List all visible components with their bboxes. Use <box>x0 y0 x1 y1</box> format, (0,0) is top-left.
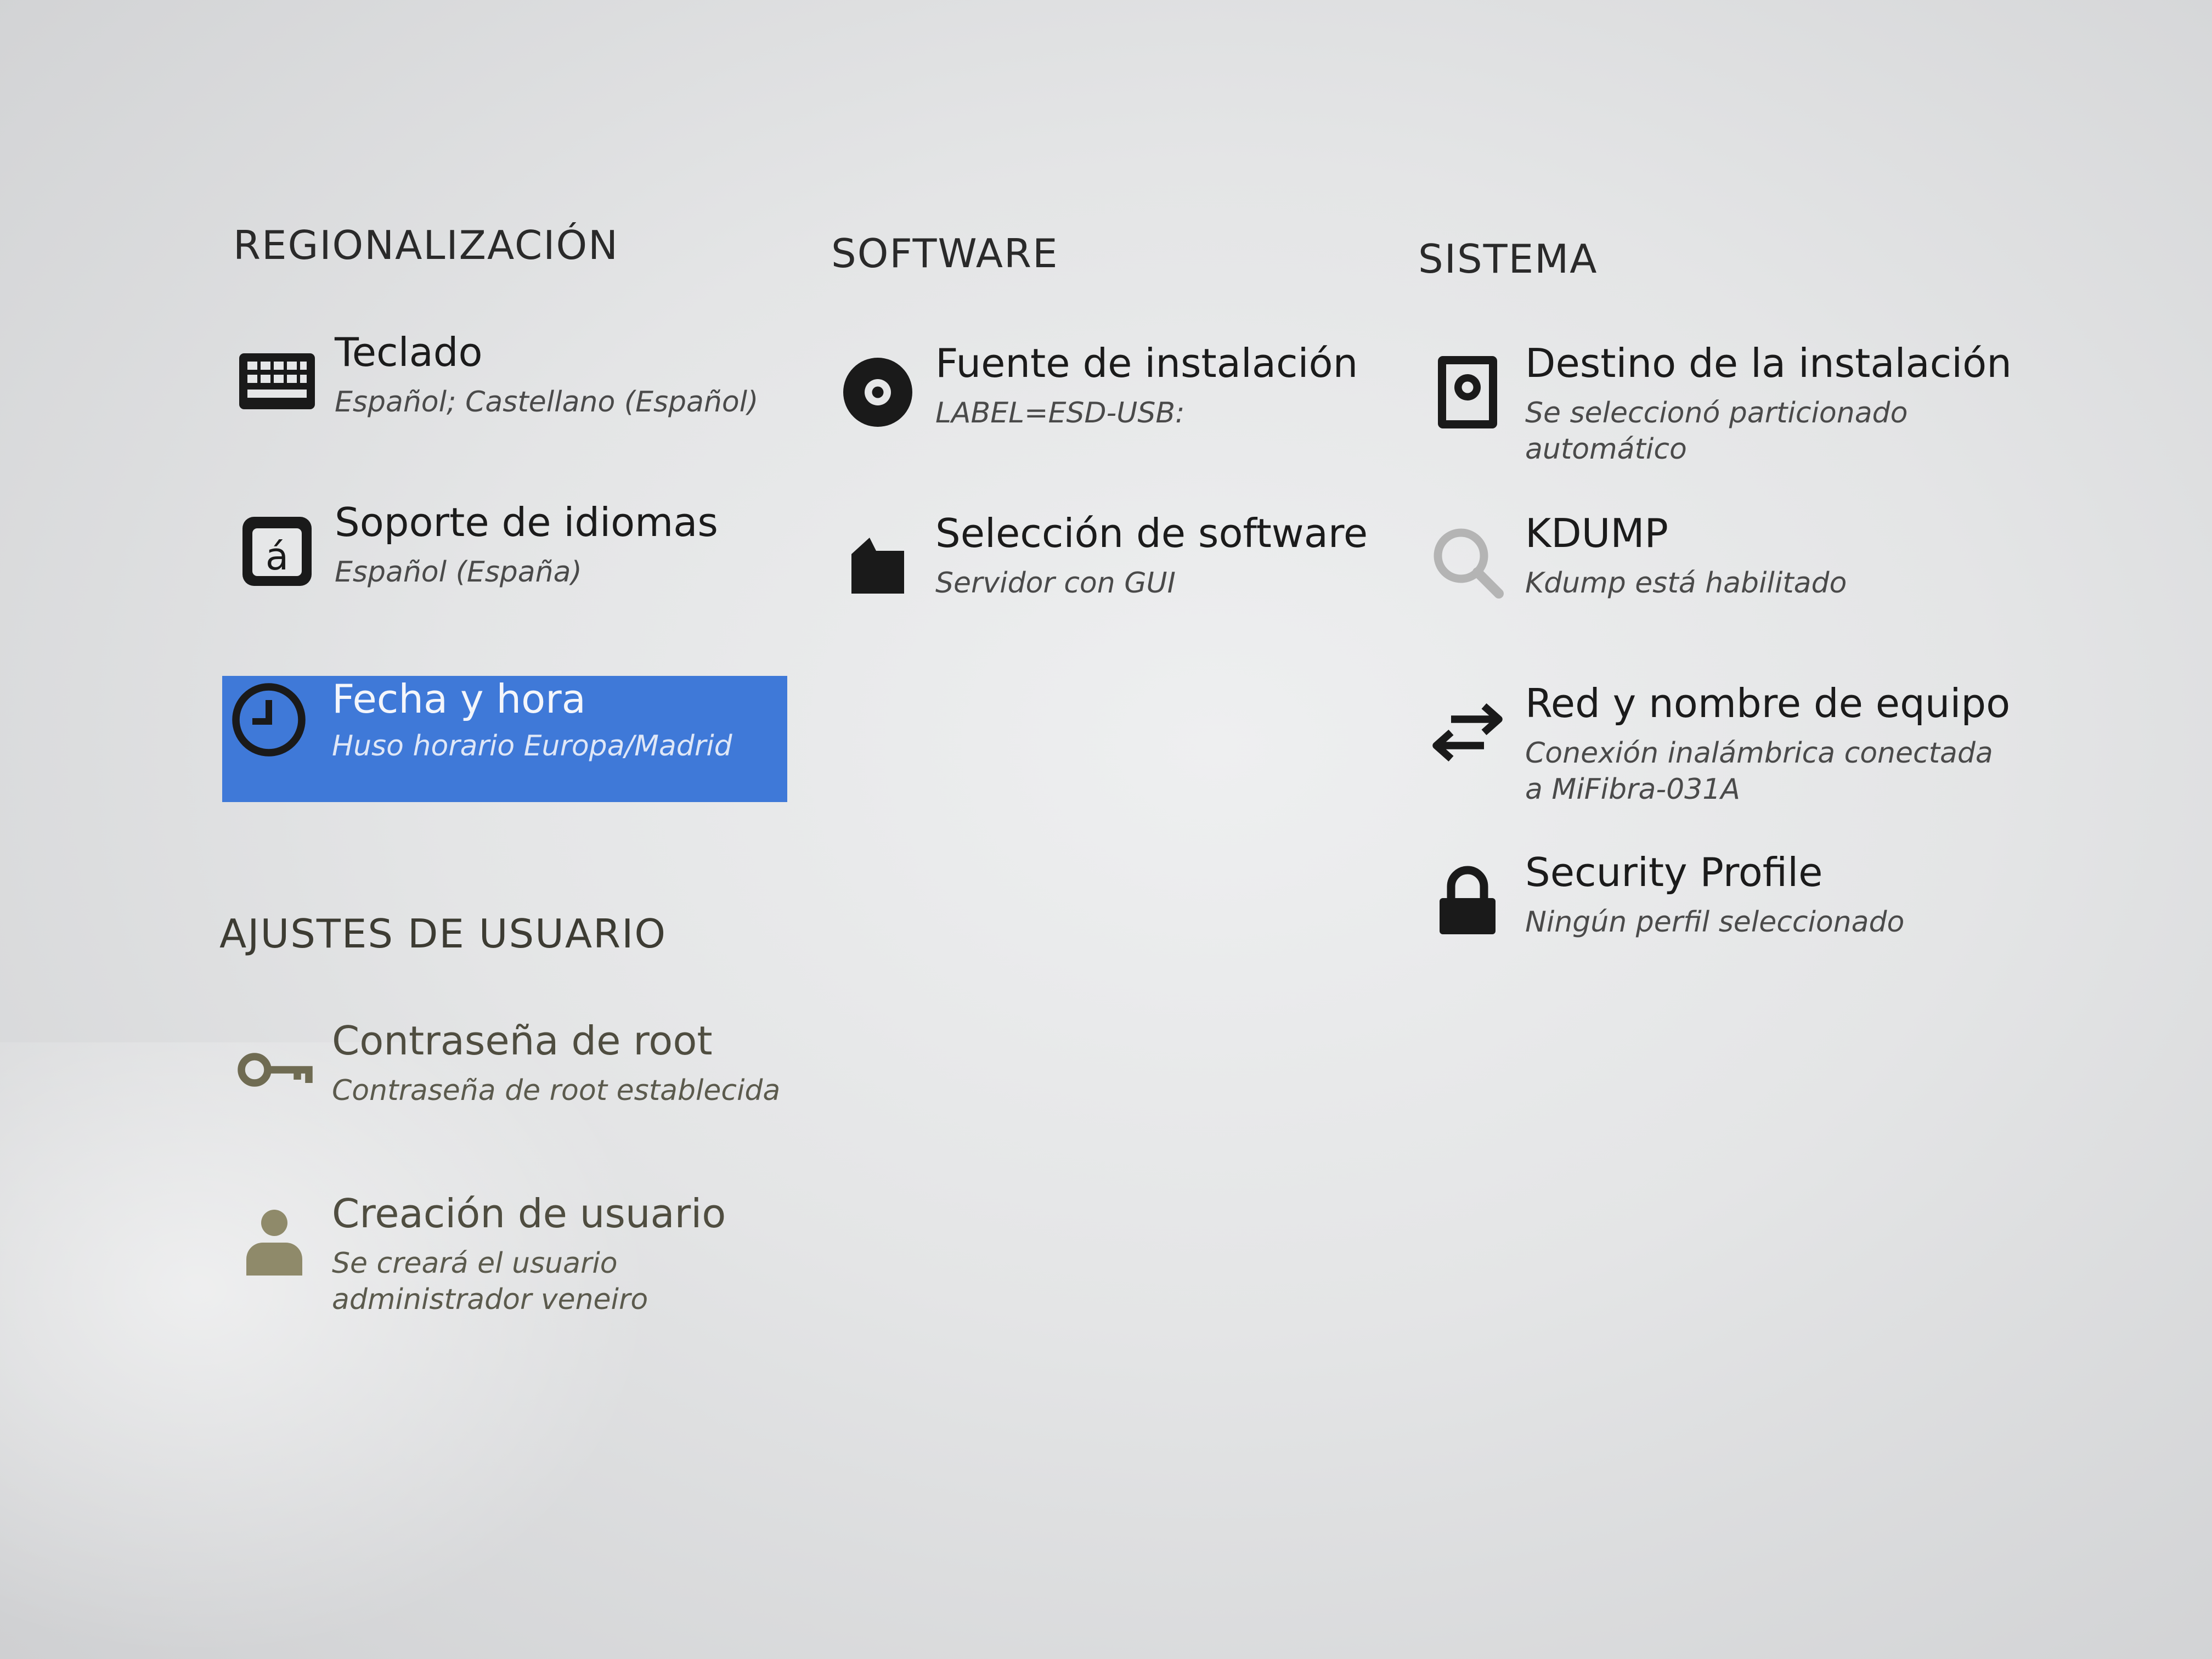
spoke-title: KDUMP <box>1525 510 1668 556</box>
spoke-status: Servidor con GUI <box>935 565 1407 601</box>
spoke-title: Fecha y hora <box>332 676 586 722</box>
spoke-date-time[interactable]: Fecha y hora Huso horario Europa/Madrid <box>222 676 787 802</box>
spoke-status: Kdump está habilitado <box>1525 565 1997 601</box>
user-icon <box>233 1201 315 1284</box>
clock-icon <box>228 679 310 761</box>
keyboard-icon <box>236 340 318 422</box>
spoke-title: Soporte de idiomas <box>335 499 718 545</box>
svg-text:á: á <box>266 535 289 579</box>
spoke-status: Ningún perfil seleccionado <box>1525 904 1997 940</box>
language-icon: á <box>236 510 318 592</box>
key-icon <box>233 1029 315 1111</box>
spoke-status: Contraseña de root establecida <box>332 1073 804 1109</box>
spoke-title: Destino de la instalación <box>1525 340 2012 386</box>
spoke-status: Conexión inalámbrica conectada a MiFibra… <box>1525 735 1997 808</box>
spoke-status: Español; Castellano (Español) <box>335 384 806 420</box>
spoke-user-creation[interactable]: Creación de usuario Se creará el usuario… <box>222 1190 815 1333</box>
spoke-title: Red y nombre de equipo <box>1525 680 2010 726</box>
spoke-status: Se creará el usuario administrador venei… <box>332 1245 804 1318</box>
section-title-localization: REGIONALIZACIÓN <box>233 222 619 268</box>
spoke-title: Fuente de instalación <box>935 340 1358 386</box>
spoke-title: Creación de usuario <box>332 1190 726 1237</box>
spoke-root-password[interactable]: Contraseña de root Contraseña de root es… <box>222 1018 815 1149</box>
spoke-network-hostname[interactable]: Red y nombre de equipo Conexión inalámbr… <box>1415 680 2008 812</box>
spoke-status: Se seleccionó particionado automático <box>1525 395 1997 467</box>
spoke-keyboard[interactable]: Teclado Español; Castellano (Español) <box>225 329 817 461</box>
spoke-installation-source[interactable]: Fuente de instalación LABEL=ESD-USB: <box>826 340 1418 472</box>
spoke-language-support[interactable]: á Soporte de idiomas Español (España) <box>225 499 817 631</box>
spoke-kdump[interactable]: KDUMP Kdump está habilitado <box>1415 510 2008 642</box>
disc-icon <box>837 351 919 433</box>
spoke-installation-destination[interactable]: Destino de la instalación Se seleccionó … <box>1415 340 2008 472</box>
network-arrows-icon <box>1426 691 1509 774</box>
spoke-title: Security Profile <box>1525 849 1822 895</box>
spoke-status: LABEL=ESD-USB: <box>935 395 1407 431</box>
spoke-status: Huso horario Europa/Madrid <box>332 728 804 764</box>
lock-icon <box>1426 860 1509 943</box>
package-icon <box>837 521 919 603</box>
disk-icon <box>1426 351 1509 433</box>
magnifier-icon <box>1426 521 1509 603</box>
spoke-security-profile[interactable]: Security Profile Ningún perfil seleccion… <box>1415 849 2008 981</box>
spoke-status: Español (España) <box>335 554 806 590</box>
section-title-user-settings: AJUSTES DE USUARIO <box>219 911 667 957</box>
spoke-software-selection[interactable]: Selección de software Servidor con GUI <box>826 510 1418 642</box>
spoke-title: Contraseña de root <box>332 1018 713 1064</box>
section-title-software: SOFTWARE <box>831 230 1059 276</box>
spoke-title: Teclado <box>335 329 483 375</box>
spoke-title: Selección de software <box>935 510 1368 556</box>
section-title-system: SISTEMA <box>1418 236 1598 282</box>
